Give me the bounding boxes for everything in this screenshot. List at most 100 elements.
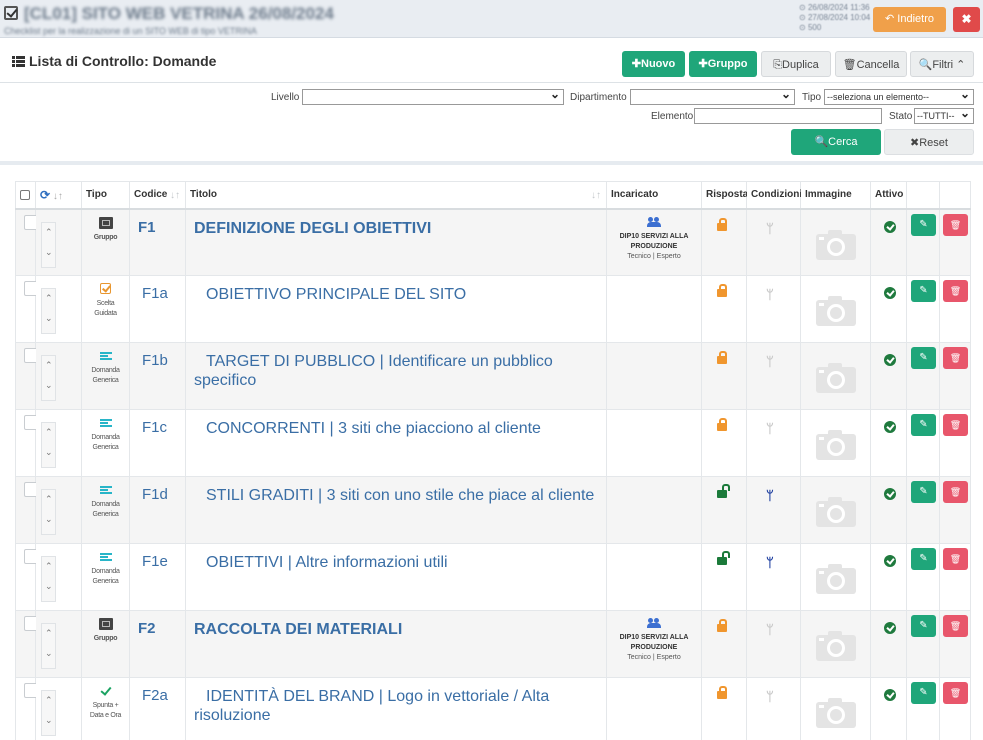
delete-button[interactable]: 🗑Cancella xyxy=(835,51,907,77)
condition-icon[interactable]: ᛘ xyxy=(766,689,774,704)
refresh-icon[interactable]: ⟳ xyxy=(40,188,50,202)
move-down-icon[interactable]: ⌄ xyxy=(45,380,53,391)
move-down-icon[interactable]: ⌄ xyxy=(45,447,53,458)
active-check-icon[interactable] xyxy=(884,287,896,299)
elemento-input[interactable] xyxy=(694,108,882,124)
reorder-control[interactable]: ⌃ ⌄ xyxy=(41,690,56,736)
move-up-icon[interactable]: ⌃ xyxy=(45,227,53,238)
active-check-icon[interactable] xyxy=(884,488,896,500)
select-all-checkbox[interactable] xyxy=(20,189,30,200)
row-title[interactable]: OBIETTIVI | Altre informazioni utili xyxy=(185,543,607,611)
search-button[interactable]: 🔍Cerca xyxy=(791,129,881,155)
row-title[interactable]: STILI GRADITI | 3 siti con uno stile che… xyxy=(185,476,607,544)
camera-icon[interactable] xyxy=(816,361,856,393)
delete-row-button[interactable]: 🗑 xyxy=(943,682,968,704)
condition-icon[interactable]: ᛘ xyxy=(766,622,774,637)
reorder-control[interactable]: ⌃ ⌄ xyxy=(41,422,56,468)
filters-toggle-button[interactable]: 🔍Filtri ⌃ xyxy=(910,51,974,77)
delete-row-button[interactable]: 🗑 xyxy=(943,414,968,436)
move-down-icon[interactable]: ⌄ xyxy=(45,581,53,592)
move-up-icon[interactable]: ⌃ xyxy=(45,293,53,304)
move-up-icon[interactable]: ⌃ xyxy=(45,427,53,438)
camera-icon[interactable] xyxy=(816,562,856,594)
move-down-icon[interactable]: ⌄ xyxy=(45,648,53,659)
active-check-icon[interactable] xyxy=(884,220,896,233)
condition-icon[interactable]: ᛘ xyxy=(766,221,774,236)
move-up-icon[interactable]: ⌃ xyxy=(45,561,53,572)
delete-row-button[interactable]: 🗑 xyxy=(943,347,968,369)
new-button[interactable]: ✚Nuovo xyxy=(622,51,685,77)
active-check-icon[interactable] xyxy=(884,555,896,567)
row-title-text: OBIETTIVO PRINCIPALE DEL SITO xyxy=(206,286,467,303)
delete-row-button[interactable]: 🗑 xyxy=(943,481,968,503)
reorder-control[interactable]: ⌃ ⌄ xyxy=(41,221,56,268)
reset-button[interactable]: ✖Reset xyxy=(884,129,974,155)
active-check-icon[interactable] xyxy=(884,622,896,634)
edit-button[interactable]: ✎ xyxy=(911,548,936,570)
delete-row-button[interactable]: 🗑 xyxy=(943,615,968,637)
row-title[interactable]: DEFINIZIONE DEGLI OBIETTIVI xyxy=(185,208,607,276)
delete-row-button[interactable]: 🗑 xyxy=(943,280,968,302)
row-title[interactable]: RACCOLTA DEI MATERIALI xyxy=(185,610,607,678)
move-up-icon[interactable]: ⌃ xyxy=(45,360,53,371)
edit-button[interactable]: ✎ xyxy=(911,213,936,236)
reorder-control[interactable]: ⌃ ⌄ xyxy=(41,355,56,401)
edit-button[interactable]: ✎ xyxy=(911,414,936,436)
back-button[interactable]: ↶ Indietro xyxy=(873,7,946,32)
move-up-icon[interactable]: ⌃ xyxy=(45,628,53,639)
camera-icon[interactable] xyxy=(816,495,856,527)
tipo-select[interactable]: --seleziona un elemento-- xyxy=(824,89,974,105)
delete-row-button[interactable]: 🗑 xyxy=(943,548,968,570)
stato-select[interactable]: --TUTTI-- xyxy=(914,108,974,124)
reorder-control[interactable]: ⌃ ⌄ xyxy=(41,556,56,602)
unlock-icon[interactable] xyxy=(717,484,730,498)
edit-button[interactable]: ✎ xyxy=(911,682,936,704)
move-up-icon[interactable]: ⌃ xyxy=(45,695,53,706)
reorder-control[interactable]: ⌃ ⌄ xyxy=(41,623,56,669)
lock-icon[interactable] xyxy=(717,217,727,231)
edit-button[interactable]: ✎ xyxy=(911,347,936,369)
row-title[interactable]: TARGET DI PUBBLICO | Identificare un pub… xyxy=(185,342,607,410)
row-title[interactable]: CONCORRENTI | 3 siti che piacciono al cl… xyxy=(185,409,607,477)
active-check-icon[interactable] xyxy=(884,421,896,433)
move-down-icon[interactable]: ⌄ xyxy=(45,247,53,258)
dipartimento-select[interactable] xyxy=(630,89,795,105)
condition-icon[interactable]: ᛘ xyxy=(766,354,774,369)
condition-icon[interactable]: ᛘ xyxy=(766,488,774,503)
close-button[interactable]: ✖ xyxy=(953,7,980,32)
duplicate-button[interactable]: ⎘Duplica xyxy=(761,51,831,77)
condition-icon[interactable]: ᛘ xyxy=(766,555,774,570)
lock-icon[interactable] xyxy=(717,418,727,431)
livello-select[interactable] xyxy=(302,89,564,105)
camera-icon[interactable] xyxy=(816,294,856,326)
active-check-icon[interactable] xyxy=(884,689,896,701)
lock-icon[interactable] xyxy=(717,686,727,699)
edit-button[interactable]: ✎ xyxy=(911,280,936,302)
active-check-icon[interactable] xyxy=(884,354,896,366)
codice-header[interactable]: Codice ↓↑ xyxy=(129,181,186,210)
sort-icon[interactable]: ↓↑ xyxy=(53,191,63,202)
delete-row-button[interactable]: 🗑 xyxy=(943,213,968,236)
edit-button[interactable]: ✎ xyxy=(911,481,936,503)
titolo-header[interactable]: Titolo ↓↑ xyxy=(185,181,607,210)
lock-icon[interactable] xyxy=(717,284,727,297)
camera-icon[interactable] xyxy=(816,428,856,460)
lock-icon[interactable] xyxy=(717,351,727,364)
reorder-control[interactable]: ⌃ ⌄ xyxy=(41,288,56,334)
lock-icon[interactable] xyxy=(717,619,727,632)
row-title[interactable]: IDENTITÀ DEL BRAND | Logo in vettoriale … xyxy=(185,677,607,740)
move-down-icon[interactable]: ⌄ xyxy=(45,715,53,726)
camera-icon[interactable] xyxy=(816,696,856,728)
move-down-icon[interactable]: ⌄ xyxy=(45,313,53,324)
reorder-control[interactable]: ⌃ ⌄ xyxy=(41,489,56,535)
edit-button[interactable]: ✎ xyxy=(911,615,936,637)
move-down-icon[interactable]: ⌄ xyxy=(45,514,53,525)
camera-icon[interactable] xyxy=(816,629,856,661)
condition-icon[interactable]: ᛘ xyxy=(766,421,774,436)
camera-icon[interactable] xyxy=(816,228,856,260)
new-group-button[interactable]: ✚Gruppo xyxy=(689,51,757,77)
row-title[interactable]: OBIETTIVO PRINCIPALE DEL SITO xyxy=(185,275,607,343)
unlock-icon[interactable] xyxy=(717,551,730,565)
condition-icon[interactable]: ᛘ xyxy=(766,287,774,302)
move-up-icon[interactable]: ⌃ xyxy=(45,494,53,505)
